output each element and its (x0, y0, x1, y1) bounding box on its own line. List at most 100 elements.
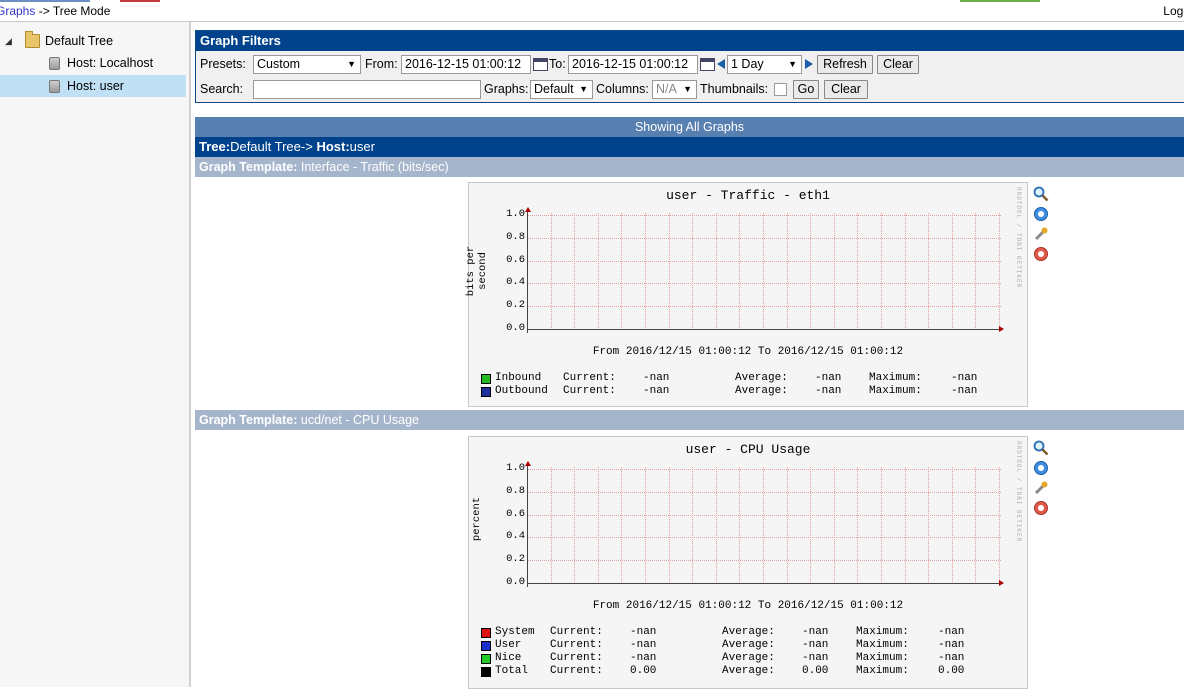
tree-item-label: Host: Localhost (67, 56, 154, 70)
shift-back-arrow-icon[interactable] (717, 59, 725, 69)
vertical-gridline (999, 213, 1000, 328)
legend-row: Inbound Current: -nan Average: -nan Maximum: -… (481, 372, 1021, 385)
legend-stat-value: -nan (802, 626, 829, 638)
edit-icon[interactable] (1033, 480, 1049, 496)
search-label: Search: (200, 82, 244, 96)
legend-stat-value: 0.00 (630, 665, 657, 677)
clear-search-button[interactable]: Clear (824, 80, 868, 99)
calendar-icon[interactable] (700, 58, 715, 71)
timespan-select-value: 1 Day (731, 57, 764, 71)
legend-stat-label: Average: (722, 626, 775, 638)
columns-label: Columns: (596, 82, 649, 96)
legend-stat-label: Current: (550, 626, 603, 638)
thumbnails-checkbox[interactable] (774, 83, 787, 96)
y-axis-arrow (525, 207, 531, 212)
graph-y-axis-label: bits per second (465, 245, 489, 297)
legend-stat-value: -nan (951, 372, 978, 384)
y-tick-label: 0.4 (506, 530, 525, 543)
legend-stat-label: Current: (550, 652, 603, 664)
folder-icon (25, 31, 40, 48)
y-tick-label: 0.8 (506, 230, 525, 243)
info-icon[interactable] (1033, 206, 1049, 222)
timespan-select[interactable]: 1 Day ▼ (727, 55, 802, 74)
legend-stat-label: Current: (550, 639, 603, 651)
chevron-down-icon: ▼ (788, 59, 797, 69)
vertical-gridline (715, 467, 717, 582)
y-tick-label: 1.0 (506, 208, 525, 220)
vertical-gridline (668, 467, 670, 582)
graph-time-range: From 2016/12/15 01:00:12 To 2016/12/15 0… (592, 600, 904, 612)
refresh-button[interactable]: Refresh (817, 55, 873, 74)
info-icon[interactable] (1033, 460, 1049, 476)
graph-filters-panel: Graph Filters Presets: Custom ▼ From: 20… (195, 30, 1184, 103)
collapse-triangle-icon[interactable]: ◢ (5, 30, 12, 52)
x-axis-arrow (999, 326, 1004, 332)
tree-item-host-localhost[interactable]: Host: Localhost (0, 52, 189, 74)
vertical-gridline (857, 213, 859, 328)
vertical-gridline (715, 213, 717, 328)
clear-time-button[interactable]: Clear (877, 55, 919, 74)
y-tick-label: 0.6 (506, 253, 525, 266)
graphs-select[interactable]: Default ▼ (530, 80, 593, 99)
legend-stat-value: -nan (630, 652, 657, 664)
legend-swatch (481, 387, 491, 397)
vertical-gridline (833, 213, 835, 328)
edit-icon[interactable] (1033, 226, 1049, 242)
tree-item-host-user[interactable]: Host: user (0, 75, 186, 97)
export-icon[interactable] (1033, 500, 1049, 516)
y-axis-line (527, 211, 528, 333)
legend-stat-label: Maximum: (869, 372, 922, 384)
vertical-gridline (668, 213, 670, 328)
to-date-input[interactable]: 2016-12-15 01:00:12 (568, 55, 698, 74)
tree-root-default-tree[interactable]: ◢ Default Tree (0, 30, 189, 52)
breadcrumb-graphs-link[interactable]: Graphs (0, 4, 35, 18)
legend-stat-label: Average: (722, 652, 775, 664)
tree-host-bar: Tree:Default Tree-> Host:user (195, 137, 1184, 157)
from-date-input[interactable]: 2016-12-15 01:00:12 (401, 55, 531, 74)
chevron-down-icon: ▼ (579, 84, 588, 94)
columns-select[interactable]: N/A ▼ (652, 80, 697, 99)
legend-stat-label: Current: (563, 372, 616, 384)
legend-stat-value: 0.00 (938, 665, 965, 677)
host-device-icon (49, 57, 60, 70)
zoom-icon[interactable] (1033, 186, 1049, 202)
legend-row: Total Current: 0.00 Average: 0.00 Maximum: 0.0… (481, 665, 1021, 678)
zoom-icon[interactable] (1033, 440, 1049, 456)
graph-template-bar: Graph Template: ucd/net - CPU Usage (195, 410, 1184, 430)
legend-stat-value: -nan (643, 385, 670, 397)
chevron-down-icon: ▼ (683, 84, 692, 94)
shift-forward-arrow-icon[interactable] (805, 59, 813, 69)
export-icon[interactable] (1033, 246, 1049, 262)
presets-select[interactable]: Custom ▼ (253, 55, 361, 74)
filter-row-time: Presets: Custom ▼ From: 2016-12-15 01:00… (196, 53, 1184, 77)
graph-template-value: Interface - Traffic (bits/sec) (297, 160, 449, 174)
rrdtool-watermark: RRDTOOL / TOBI OETIKER (1015, 441, 1022, 543)
chevron-down-icon: ▼ (347, 59, 356, 69)
vertical-gridline (763, 467, 764, 582)
legend-swatch (481, 628, 491, 638)
search-input[interactable] (253, 80, 481, 99)
vertical-gridline (621, 467, 623, 582)
vertical-gridline (928, 467, 930, 582)
cpu-usage-graph-image[interactable]: user - CPU Usage percent RRDTOOL / TOBI … (468, 436, 1028, 689)
presets-select-value: Custom (257, 57, 301, 71)
graph-template-value: ucd/net - CPU Usage (297, 413, 419, 427)
from-label: From: (365, 57, 398, 71)
legend-series-name: Total (495, 665, 529, 677)
vertical-gridline (975, 467, 977, 582)
host-device-icon (49, 80, 60, 93)
vertical-gridline (597, 213, 599, 328)
vertical-gridline (645, 467, 646, 582)
vertical-gridline (786, 467, 788, 582)
logout-link[interactable]: Logo (1163, 4, 1184, 18)
vertical-gridline (833, 467, 835, 582)
tree-item-label: Host: user (67, 79, 124, 93)
traffic-graph-image[interactable]: user - Traffic - eth1 bits per second RR… (465, 182, 1028, 407)
vertical-gridline (645, 213, 646, 328)
vertical-gridline (692, 467, 694, 582)
legend-stat-label: Average: (722, 665, 775, 677)
calendar-icon[interactable] (533, 58, 548, 71)
vertical-gridline (928, 213, 930, 328)
go-button[interactable]: Go (793, 80, 819, 99)
legend-stat-value: -nan (630, 626, 657, 638)
